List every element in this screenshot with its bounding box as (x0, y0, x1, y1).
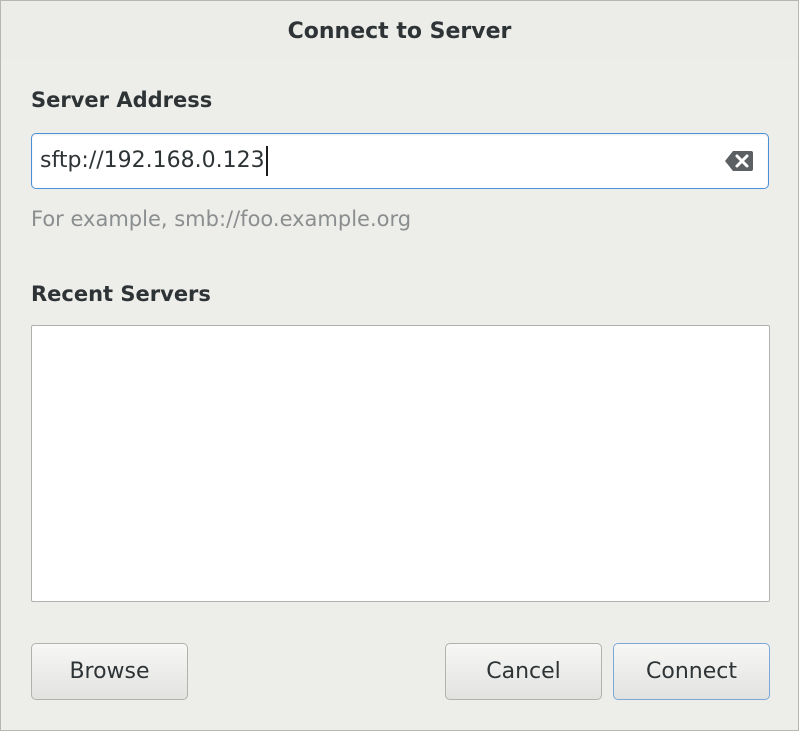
connect-to-server-dialog: Connect to Server Server Address sftp://… (0, 0, 799, 731)
server-address-input[interactable]: sftp://192.168.0.123 (31, 133, 769, 189)
recent-servers-label: Recent Servers (31, 282, 211, 306)
server-address-hint: For example, smb://foo.example.org (31, 207, 412, 231)
server-address-value[interactable]: sftp://192.168.0.123 (40, 134, 268, 188)
browse-button[interactable]: Browse (31, 643, 188, 700)
recent-servers-list[interactable] (31, 325, 770, 602)
server-address-label: Server Address (31, 88, 213, 112)
cancel-button[interactable]: Cancel (445, 643, 602, 700)
connect-button[interactable]: Connect (613, 643, 770, 700)
dialog-titlebar[interactable]: Connect to Server (1, 1, 798, 61)
text-cursor (265, 146, 268, 176)
dialog-title: Connect to Server (287, 18, 512, 44)
edit-clear-icon[interactable] (724, 150, 754, 172)
